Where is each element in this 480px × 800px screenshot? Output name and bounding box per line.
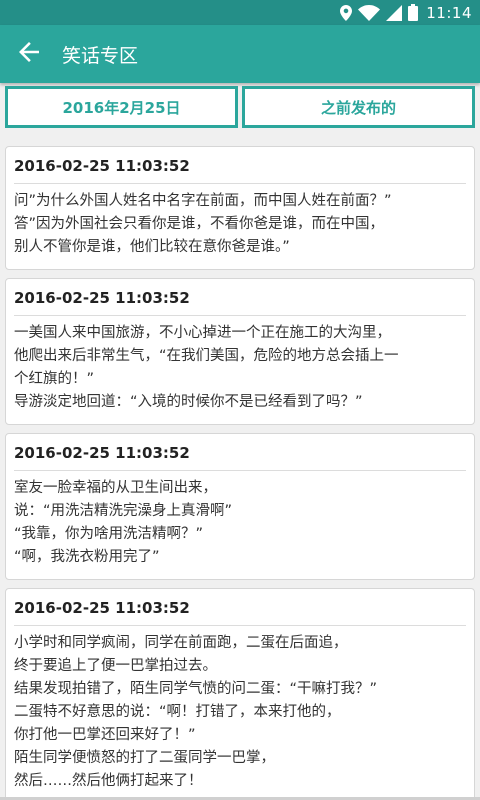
page-title: 笑话专区 (62, 44, 139, 67)
joke-card: 2016-02-25 11:03:52 室友一脸幸福的从卫生间出来， 说：“用洗… (5, 433, 475, 580)
joke-date: 2016-02-25 11:03:52 (14, 289, 466, 316)
back-button[interactable] (0, 25, 58, 83)
joke-text-line: 问”为什么外国人姓名中名字在前面，而中国人姓在前面？” (14, 193, 392, 209)
joke-text-line: 别人不管你是谁，他们比较在意你爸是谁。” (14, 239, 290, 255)
joke-text-line: 导游淡定地回道：“入境的时候你不是已经看到了吗？” (14, 394, 363, 410)
tab-previous[interactable]: 之前发布的 (242, 86, 475, 128)
tab-bar: 2016年2月25日 之前发布的 (0, 86, 480, 128)
status-bar: 11:14 (0, 0, 480, 25)
joke-text-line: 二蛋特不好意思的说：“啊！打错了，本来打他的， (14, 704, 341, 720)
joke-text-line: 小学时和同学疯闹，同学在前面跑，二蛋在后面追， (14, 635, 348, 651)
joke-text-line: 说：“用洗洁精洗完澡身上真滑啊” (14, 503, 233, 519)
joke-text-line: 他爬出来后非常生气，“在我们美国，危险的地方总会插上一 (14, 348, 399, 364)
joke-date: 2016-02-25 11:03:52 (14, 157, 466, 184)
app-bar: 笑话专区 (0, 25, 480, 83)
tab-today[interactable]: 2016年2月25日 (5, 86, 238, 128)
location-icon (340, 4, 353, 21)
joke-list[interactable]: 2016-02-25 11:03:52 问”为什么外国人姓名中名字在前面，而中国… (5, 146, 475, 800)
joke-text-line: “我靠，你为啥用洗洁精啊？” (14, 526, 204, 542)
status-time: 11:14 (426, 3, 472, 22)
joke-text-line: 一美国人来中国旅游，不小心掉进一个正在施工的大沟里， (14, 325, 391, 341)
joke-text-line: 你打他一巴掌还回来好了！” (14, 727, 196, 743)
joke-text-line: 然后……然后他俩打起来了！ (14, 773, 203, 789)
joke-card: 2016-02-25 11:03:52 问”为什么外国人姓名中名字在前面，而中国… (5, 146, 475, 270)
joke-text-line: “啊，我洗衣粉用完了” (14, 549, 160, 565)
battery-icon (408, 4, 419, 21)
joke-text-line: 终于要追上了便一巴掌拍过去。 (14, 658, 217, 674)
joke-text-line: 结果发现拍错了，陌生同学气愤的问二蛋：“干嘛打我？” (14, 681, 378, 697)
joke-text-line: 个红旗的！” (14, 371, 95, 387)
joke-card: 2016-02-25 11:03:52 一美国人来中国旅游，不小心掉进一个正在施… (5, 278, 475, 425)
wifi-icon (358, 4, 381, 21)
arrow-left-icon (19, 42, 39, 66)
joke-card: 2016-02-25 11:03:52 小学时和同学疯闹，同学在前面跑，二蛋在后… (5, 588, 475, 800)
signal-icon (386, 4, 403, 21)
joke-date: 2016-02-25 11:03:52 (14, 599, 466, 626)
joke-text-line: 答”因为外国社会只看你是谁，不看你爸是谁，而在中国， (14, 216, 385, 232)
joke-text-line: 陌生同学便愤怒的打了二蛋同学一巴掌， (14, 750, 275, 766)
joke-date: 2016-02-25 11:03:52 (14, 444, 466, 471)
joke-text-line: 室友一脸幸福的从卫生间出来， (14, 480, 217, 496)
